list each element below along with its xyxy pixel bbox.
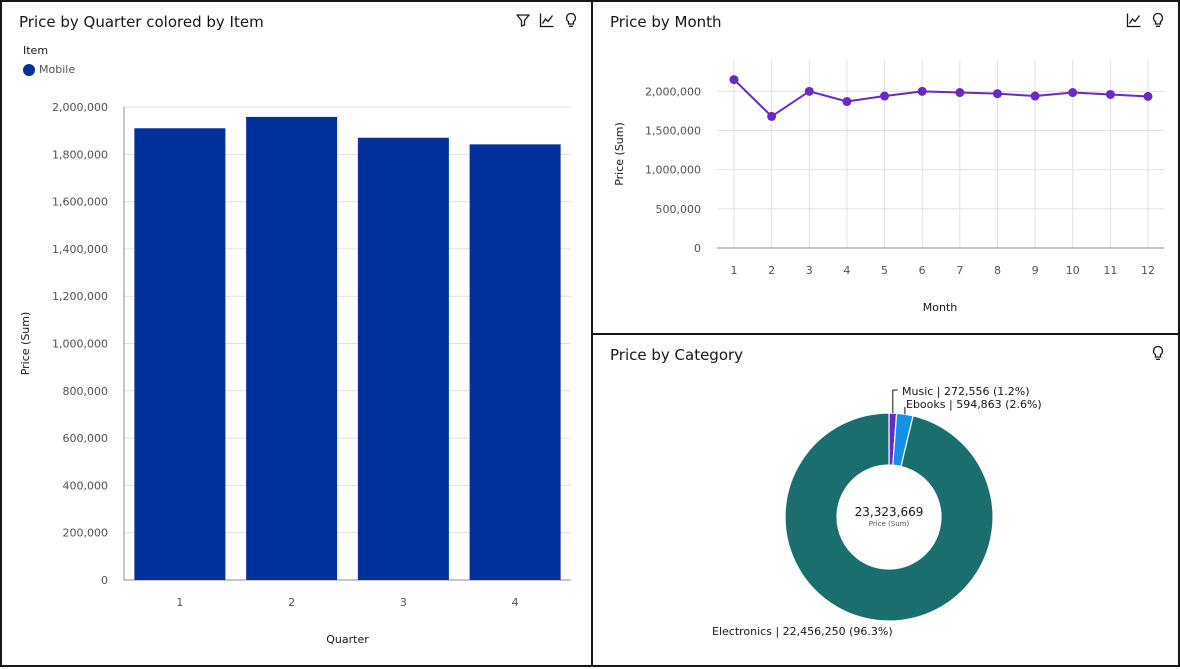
lightbulb-icon[interactable] (1150, 12, 1166, 28)
y-tick-label: 200,000 (63, 527, 109, 540)
line-chart: 0500,0001,000,0001,500,0002,000,0001 2 3 4 5… (613, 60, 1164, 314)
x-tick-label: 4 (512, 596, 519, 609)
y-tick-label: 0 (101, 574, 108, 587)
x-tick-label: 7 (956, 264, 963, 277)
x-tick-label: 9 (1032, 264, 1039, 277)
legend-swatch (23, 63, 35, 76)
data-point (842, 97, 852, 107)
y-tick-label: 500,000 (656, 203, 702, 216)
x-tick-label: 1 (176, 596, 183, 609)
panel-toolbar (1126, 12, 1166, 28)
data-label-music: Music | 272,556 (1.2%) (902, 385, 1030, 398)
panel-title: Price by Quarter colored by Item (19, 13, 264, 31)
series-line (733, 78, 1149, 118)
x-tick-label: 12 (1141, 264, 1155, 277)
x-tick-label: 5 (881, 264, 888, 277)
y-tick-label: 1,200,000 (52, 290, 108, 303)
x-axis-title: Quarter (326, 633, 369, 646)
bar (357, 137, 449, 580)
bar (134, 128, 226, 580)
legend-title: Item (23, 44, 49, 57)
data-point (729, 75, 739, 85)
y-tick-label: 1,400,000 (52, 243, 108, 256)
y-tick-label: 1,800,000 (52, 148, 108, 161)
data-point (955, 88, 965, 98)
y-axis-title: Price (Sum) (19, 312, 32, 376)
donut-chart: Music | 272,556 (1.2%)Ebooks | 594,863 (… (712, 385, 1042, 638)
x-tick-label: 2 (288, 596, 295, 609)
y-axis-title: Price (Sum) (613, 122, 626, 186)
data-point (767, 111, 777, 121)
lightbulb-icon[interactable] (1150, 345, 1166, 361)
data-point (917, 86, 927, 96)
y-tick-label: 1,500,000 (645, 125, 701, 138)
bar (246, 116, 338, 581)
x-tick-label: 2 (768, 264, 775, 277)
y-tick-label: 800,000 (63, 385, 109, 398)
x-tick-label: 4 (843, 264, 850, 277)
y-tick-label: 1,000,000 (52, 338, 108, 351)
chart-line-icon[interactable] (1126, 12, 1142, 28)
x-tick-label: 3 (400, 596, 407, 609)
x-tick-label: 1 (731, 264, 738, 277)
data-label-electronics: Electronics | 22,456,250 (96.3%) (712, 625, 893, 638)
data-point (1143, 91, 1153, 101)
x-tick-label: 10 (1066, 264, 1080, 277)
y-tick-label: 600,000 (63, 432, 109, 445)
y-tick-label: 400,000 (63, 479, 109, 492)
x-tick-label: 11 (1103, 264, 1117, 277)
donut-center-value: 23,323,669 (855, 505, 924, 519)
y-tick-label: 0 (694, 242, 701, 255)
data-point (804, 86, 814, 96)
x-tick-label: 3 (806, 264, 813, 277)
y-tick-label: 2,000,000 (52, 101, 108, 114)
y-tick-label: 1,000,000 (645, 164, 701, 177)
category-chart-panel: Music | 272,556 (1.2%) Ebooks | 594,863 (… (591, 333, 1180, 667)
data-label-ebooks: Ebooks | 594,863 (2.6%) (906, 398, 1042, 411)
y-tick-label: 1,600,000 (52, 196, 108, 209)
legend-label: Mobile (39, 63, 76, 76)
y-tick-label: 2,000,000 (645, 85, 701, 98)
panel-toolbar (1150, 345, 1166, 361)
quarter-chart-panel: 0 200,000 400,000 600,000 800,000 1,000,000 1,… (0, 0, 593, 667)
data-point (1030, 91, 1040, 101)
x-tick-label: 6 (919, 264, 926, 277)
legend-item-mobile[interactable]: Mobile (23, 63, 75, 76)
panel-toolbar (515, 12, 579, 28)
chart-line-icon[interactable] (539, 12, 555, 28)
x-tick-label: 8 (994, 264, 1001, 277)
data-point (1105, 89, 1115, 99)
leader-line (892, 389, 898, 414)
bar (469, 144, 561, 580)
lightbulb-icon[interactable] (563, 12, 579, 28)
filter-icon[interactable] (515, 12, 531, 28)
month-chart-panel: 0 500,000 1,000,000 1,500,000 2,000,000 1 2 3 4 5… (591, 0, 1180, 335)
bar-chart: 0 200,000 400,000 600,000 800,000 1,000,000 1,… (19, 101, 571, 646)
data-point (1068, 88, 1078, 98)
panel-title: Price by Category (610, 346, 744, 364)
donut-center-label: Price (Sum) (869, 520, 910, 528)
panel-title: Price by Month (610, 13, 722, 31)
data-point (992, 89, 1002, 99)
data-point (880, 91, 890, 101)
x-axis-title: Month (923, 301, 958, 314)
